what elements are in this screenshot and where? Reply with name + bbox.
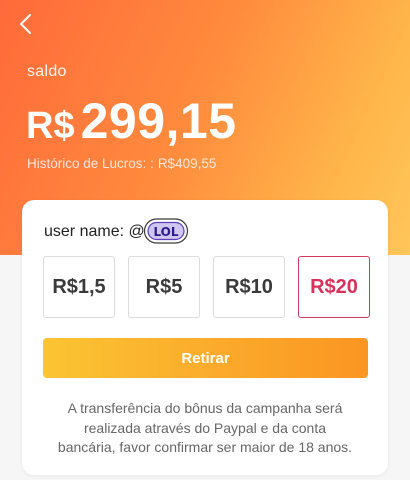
balance-amount: R$ 299,15	[26, 92, 237, 150]
amount-option-20[interactable]: R$20	[298, 256, 370, 318]
username-label: user name: @	[44, 223, 145, 240]
amount-option-1-5[interactable]: R$1,5	[43, 256, 115, 318]
transfer-note: A transferência do bônus da campanha ser…	[42, 399, 368, 458]
amount-option-5[interactable]: R$5	[128, 256, 200, 318]
transfer-note-line: A transferência do bônus da campanha ser…	[67, 400, 343, 416]
transfer-note-line: realizada através do Paypal e da conta	[83, 419, 327, 436]
amount-options: R$1,5 R$5 R$10 R$20	[43, 256, 370, 318]
username-row: user name: @ LOL	[44, 218, 189, 246]
profit-history: Histórico de Lucros: : R$409,55	[27, 156, 216, 171]
balance-label: saldo	[27, 63, 67, 80]
withdraw-card: user name: @ LOL R$1,5 R$5 R$10 R$20 Ret…	[22, 200, 388, 475]
profit-history-value: R$409,55	[157, 156, 217, 171]
lol-sticker-icon: LOL	[143, 218, 188, 244]
back-arrow-icon[interactable]	[12, 10, 40, 38]
profit-history-label: Histórico de Lucros: :	[27, 156, 154, 171]
amount-option-10[interactable]: R$10	[213, 256, 285, 318]
balance-value: 299,15	[80, 93, 237, 149]
transfer-note-line: bancária, favor confirmar ser maior de 1…	[57, 439, 353, 455]
sticker-text: LOL	[153, 225, 178, 239]
withdraw-button[interactable]: Retirar	[43, 338, 368, 378]
currency-symbol: R$	[26, 105, 75, 147]
